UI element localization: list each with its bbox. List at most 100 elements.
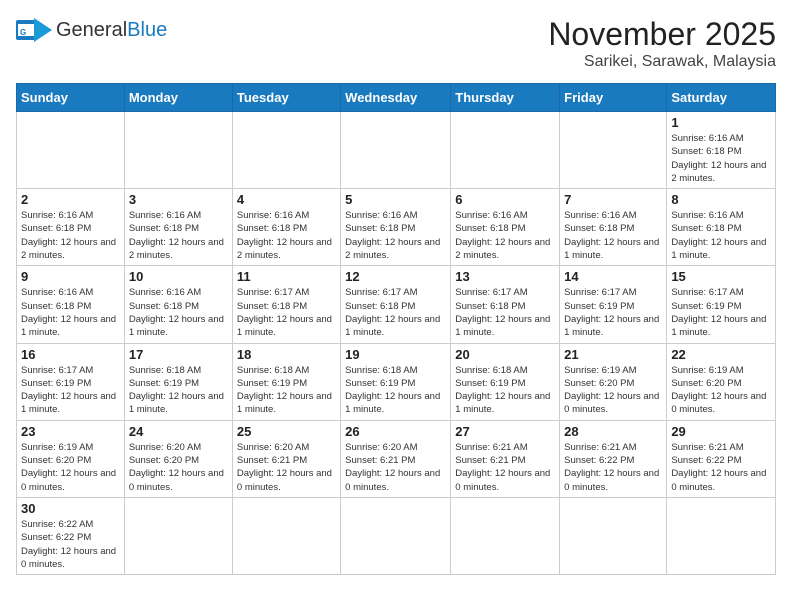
day-number: 24 bbox=[129, 424, 228, 439]
calendar-cell bbox=[451, 497, 560, 574]
day-number: 3 bbox=[129, 192, 228, 207]
calendar-week-3: 9 Sunrise: 6:16 AM Sunset: 6:18 PM Daylig… bbox=[17, 266, 776, 343]
day-info: Sunrise: 6:16 AM Sunset: 6:18 PM Dayligh… bbox=[129, 209, 228, 262]
calendar-week-6: 30Sunrise: 6:22 AM Sunset: 6:22 PM Dayli… bbox=[17, 497, 776, 574]
day-number: 20 bbox=[455, 347, 555, 362]
calendar-cell: 30Sunrise: 6:22 AM Sunset: 6:22 PM Dayli… bbox=[17, 497, 125, 574]
calendar-cell: 18 Sunrise: 6:18 AM Sunset: 6:19 PM Dayli… bbox=[232, 343, 340, 420]
calendar-cell: 5 Sunrise: 6:16 AM Sunset: 6:18 PM Daylig… bbox=[341, 189, 451, 266]
calendar-week-1: 1 Sunrise: 6:16 AM Sunset: 6:18 PM Daylig… bbox=[17, 112, 776, 189]
day-number: 19 bbox=[345, 347, 446, 362]
day-info: Sunrise: 6:18 AM Sunset: 6:19 PM Dayligh… bbox=[129, 364, 228, 417]
day-info: Sunrise: 6:17 AM Sunset: 6:18 PM Dayligh… bbox=[345, 286, 446, 339]
day-number: 7 bbox=[564, 192, 662, 207]
day-number: 16 bbox=[21, 347, 120, 362]
logo-text: GeneralBlue bbox=[56, 19, 167, 41]
calendar-cell bbox=[124, 497, 232, 574]
calendar-cell: 2Sunrise: 6:16 AM Sunset: 6:18 PM Daylig… bbox=[17, 189, 125, 266]
calendar-week-4: 16 Sunrise: 6:17 AM Sunset: 6:19 PM Dayli… bbox=[17, 343, 776, 420]
day-info: Sunrise: 6:18 AM Sunset: 6:19 PM Dayligh… bbox=[345, 364, 446, 417]
calendar-cell: 13Sunrise: 6:17 AM Sunset: 6:18 PM Dayli… bbox=[451, 266, 560, 343]
day-number: 12 bbox=[345, 269, 446, 284]
day-number: 27 bbox=[455, 424, 555, 439]
calendar-cell: 27 Sunrise: 6:21 AM Sunset: 6:21 PM Dayli… bbox=[451, 420, 560, 497]
day-number: 10 bbox=[129, 269, 228, 284]
calendar-cell: 17 Sunrise: 6:18 AM Sunset: 6:19 PM Dayli… bbox=[124, 343, 232, 420]
weekday-header-monday: Monday bbox=[124, 84, 232, 112]
day-info: Sunrise: 6:17 AM Sunset: 6:18 PM Dayligh… bbox=[237, 286, 336, 339]
calendar-week-2: 2Sunrise: 6:16 AM Sunset: 6:18 PM Daylig… bbox=[17, 189, 776, 266]
calendar-cell bbox=[232, 497, 340, 574]
day-info: Sunrise: 6:16 AM Sunset: 6:18 PM Dayligh… bbox=[564, 209, 662, 262]
day-info: Sunrise: 6:16 AM Sunset: 6:18 PM Dayligh… bbox=[129, 286, 228, 339]
day-number: 25 bbox=[237, 424, 336, 439]
day-number: 17 bbox=[129, 347, 228, 362]
calendar-cell bbox=[17, 112, 125, 189]
calendar-cell: 10 Sunrise: 6:16 AM Sunset: 6:18 PM Dayli… bbox=[124, 266, 232, 343]
day-number: 26 bbox=[345, 424, 446, 439]
day-number: 22 bbox=[671, 347, 771, 362]
day-info: Sunrise: 6:19 AM Sunset: 6:20 PM Dayligh… bbox=[564, 364, 662, 417]
calendar-cell: 20 Sunrise: 6:18 AM Sunset: 6:19 PM Dayli… bbox=[451, 343, 560, 420]
day-number: 5 bbox=[345, 192, 446, 207]
day-info: Sunrise: 6:21 AM Sunset: 6:22 PM Dayligh… bbox=[671, 441, 771, 494]
calendar-cell: 6 Sunrise: 6:16 AM Sunset: 6:18 PM Daylig… bbox=[451, 189, 560, 266]
day-info: Sunrise: 6:18 AM Sunset: 6:19 PM Dayligh… bbox=[455, 364, 555, 417]
day-number: 21 bbox=[564, 347, 662, 362]
day-info: Sunrise: 6:17 AM Sunset: 6:19 PM Dayligh… bbox=[21, 364, 120, 417]
day-info: Sunrise: 6:20 AM Sunset: 6:21 PM Dayligh… bbox=[345, 441, 446, 494]
day-number: 11 bbox=[237, 269, 336, 284]
day-info: Sunrise: 6:21 AM Sunset: 6:21 PM Dayligh… bbox=[455, 441, 555, 494]
day-info: Sunrise: 6:16 AM Sunset: 6:18 PM Dayligh… bbox=[345, 209, 446, 262]
day-number: 4 bbox=[237, 192, 336, 207]
day-number: 9 bbox=[21, 269, 120, 284]
day-number: 14 bbox=[564, 269, 662, 284]
day-number: 6 bbox=[455, 192, 555, 207]
day-number: 23 bbox=[21, 424, 120, 439]
day-info: Sunrise: 6:19 AM Sunset: 6:20 PM Dayligh… bbox=[21, 441, 120, 494]
page-header: G GeneralBlue November 2025 Sarikei, Sar… bbox=[16, 16, 776, 71]
svg-text:G: G bbox=[20, 28, 26, 37]
day-info: Sunrise: 6:16 AM Sunset: 6:18 PM Dayligh… bbox=[455, 209, 555, 262]
day-number: 29 bbox=[671, 424, 771, 439]
weekday-header-sunday: Sunday bbox=[17, 84, 125, 112]
weekday-header-row: SundayMondayTuesdayWednesdayThursdayFrid… bbox=[17, 84, 776, 112]
calendar-week-5: 23 Sunrise: 6:19 AM Sunset: 6:20 PM Dayli… bbox=[17, 420, 776, 497]
day-info: Sunrise: 6:21 AM Sunset: 6:22 PM Dayligh… bbox=[564, 441, 662, 494]
day-info: Sunrise: 6:17 AM Sunset: 6:19 PM Dayligh… bbox=[564, 286, 662, 339]
calendar-cell: 22Sunrise: 6:19 AM Sunset: 6:20 PM Dayli… bbox=[667, 343, 776, 420]
calendar-cell bbox=[667, 497, 776, 574]
logo: G GeneralBlue bbox=[16, 16, 167, 44]
calendar-cell: 24Sunrise: 6:20 AM Sunset: 6:20 PM Dayli… bbox=[124, 420, 232, 497]
calendar-cell: 14 Sunrise: 6:17 AM Sunset: 6:19 PM Dayli… bbox=[560, 266, 667, 343]
day-info: Sunrise: 6:16 AM Sunset: 6:18 PM Dayligh… bbox=[21, 286, 120, 339]
calendar-cell bbox=[560, 112, 667, 189]
day-number: 8 bbox=[671, 192, 771, 207]
day-info: Sunrise: 6:16 AM Sunset: 6:18 PM Dayligh… bbox=[671, 209, 771, 262]
day-number: 18 bbox=[237, 347, 336, 362]
day-info: Sunrise: 6:22 AM Sunset: 6:22 PM Dayligh… bbox=[21, 518, 120, 571]
calendar-cell: 7 Sunrise: 6:16 AM Sunset: 6:18 PM Daylig… bbox=[560, 189, 667, 266]
weekday-header-tuesday: Tuesday bbox=[232, 84, 340, 112]
calendar-cell: 8 Sunrise: 6:16 AM Sunset: 6:18 PM Daylig… bbox=[667, 189, 776, 266]
calendar-cell: 23 Sunrise: 6:19 AM Sunset: 6:20 PM Dayli… bbox=[17, 420, 125, 497]
day-info: Sunrise: 6:17 AM Sunset: 6:18 PM Dayligh… bbox=[455, 286, 555, 339]
day-info: Sunrise: 6:16 AM Sunset: 6:18 PM Dayligh… bbox=[237, 209, 336, 262]
day-info: Sunrise: 6:18 AM Sunset: 6:19 PM Dayligh… bbox=[237, 364, 336, 417]
day-number: 28 bbox=[564, 424, 662, 439]
calendar-cell bbox=[451, 112, 560, 189]
calendar-cell: 28 Sunrise: 6:21 AM Sunset: 6:22 PM Dayli… bbox=[560, 420, 667, 497]
calendar-cell: 21 Sunrise: 6:19 AM Sunset: 6:20 PM Dayli… bbox=[560, 343, 667, 420]
calendar-cell: 11 Sunrise: 6:17 AM Sunset: 6:18 PM Dayli… bbox=[232, 266, 340, 343]
day-info: Sunrise: 6:16 AM Sunset: 6:18 PM Dayligh… bbox=[671, 132, 771, 185]
calendar-cell: 3 Sunrise: 6:16 AM Sunset: 6:18 PM Daylig… bbox=[124, 189, 232, 266]
day-info: Sunrise: 6:20 AM Sunset: 6:21 PM Dayligh… bbox=[237, 441, 336, 494]
calendar-cell: 25 Sunrise: 6:20 AM Sunset: 6:21 PM Dayli… bbox=[232, 420, 340, 497]
calendar-cell: 12 Sunrise: 6:17 AM Sunset: 6:18 PM Dayli… bbox=[341, 266, 451, 343]
calendar-cell bbox=[232, 112, 340, 189]
day-number: 1 bbox=[671, 115, 771, 130]
calendar-cell bbox=[124, 112, 232, 189]
day-info: Sunrise: 6:17 AM Sunset: 6:19 PM Dayligh… bbox=[671, 286, 771, 339]
calendar-cell: 19 Sunrise: 6:18 AM Sunset: 6:19 PM Dayli… bbox=[341, 343, 451, 420]
weekday-header-thursday: Thursday bbox=[451, 84, 560, 112]
